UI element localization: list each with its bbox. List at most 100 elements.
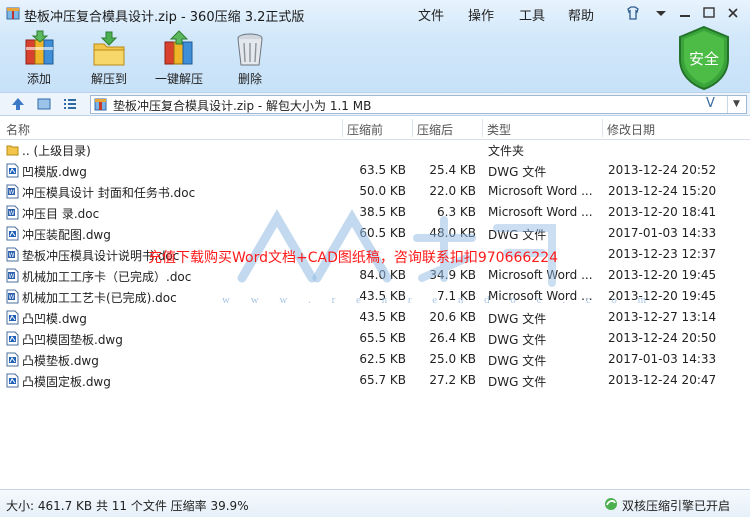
extract-to-label: 解压到 bbox=[90, 72, 127, 86]
dwg-file-icon bbox=[6, 331, 19, 346]
col-compressed-after[interactable]: 压缩后 bbox=[417, 121, 453, 138]
col-divider[interactable] bbox=[342, 119, 343, 137]
address-field[interactable]: 垫板冲压复合模具设计.zip - 解包大小为 1.1 MB V ▼ bbox=[90, 95, 747, 114]
doc-file-icon: W bbox=[6, 268, 19, 283]
address-v-button[interactable]: V bbox=[706, 96, 715, 111]
file-name: 机械加工工序卡（已完成）.doc bbox=[22, 270, 192, 284]
file-name: 凸凹模.dwg bbox=[22, 312, 87, 326]
dual-core-engine-icon bbox=[605, 498, 617, 510]
menu-operation[interactable]: 操作 bbox=[468, 5, 494, 24]
modified-date: 2013-12-23 12:37 bbox=[608, 247, 717, 261]
status-engine: 双核压缩引擎已开启 bbox=[622, 499, 731, 513]
size-after: 27.2 KB bbox=[429, 373, 476, 387]
modified-date: 2013-12-24 20:50 bbox=[608, 331, 717, 345]
folder-icon bbox=[6, 145, 19, 156]
address-bar: 垫板冲压复合模具设计.zip - 解包大小为 1.1 MB V ▼ bbox=[0, 92, 750, 116]
file-name: .. (上级目录) bbox=[22, 144, 91, 158]
dwg-file-icon bbox=[6, 163, 19, 178]
doc-file-icon: W bbox=[6, 205, 19, 220]
dwg-file-icon bbox=[6, 373, 19, 388]
one-click-extract-button[interactable]: 一键解压 bbox=[150, 28, 208, 90]
doc-file-icon: W bbox=[6, 289, 19, 304]
minimize-icon[interactable] bbox=[676, 4, 694, 22]
table-row[interactable]: 凸模固定板.dwg 65.7 KB 27.2 KB DWG 文件 2013-12-24 … bbox=[0, 370, 750, 391]
add-button[interactable]: 添加 bbox=[14, 28, 64, 90]
modified-date: 2013-12-24 20:47 bbox=[608, 373, 717, 387]
col-name[interactable]: 名称 bbox=[6, 121, 30, 138]
file-type: DWG 文件 bbox=[488, 165, 547, 179]
delete-label: 删除 bbox=[237, 72, 262, 86]
title-bar: 垫板冲压复合模具设计.zip - 360压缩 3.2正式版 文件 操作 工具 帮… bbox=[0, 0, 750, 28]
trash-icon bbox=[237, 33, 263, 66]
col-modified[interactable]: 修改日期 bbox=[607, 121, 655, 138]
file-name: 冲压目 录.doc bbox=[22, 207, 100, 221]
dwg-file-icon bbox=[6, 310, 19, 325]
svg-text:W: W bbox=[9, 210, 15, 217]
maximize-icon[interactable] bbox=[700, 4, 718, 22]
svg-text:W: W bbox=[9, 252, 15, 259]
menu-file[interactable]: 文件 bbox=[418, 5, 444, 24]
modified-date: 2017-01-03 14:33 bbox=[608, 352, 717, 366]
file-name: 机械加工工艺卡(已完成).doc bbox=[22, 291, 177, 305]
file-name: 冲压装配图.dwg bbox=[22, 228, 111, 242]
doc-file-icon: W bbox=[6, 247, 19, 262]
dwg-file-icon bbox=[6, 352, 19, 367]
size-after: 20.6 KB bbox=[429, 310, 476, 324]
close-icon[interactable] bbox=[724, 4, 742, 22]
column-header: 名称 压缩前 压缩后 类型 修改日期 bbox=[0, 117, 750, 140]
modified-date: 2013-12-20 18:41 bbox=[608, 205, 717, 219]
add-books-icon bbox=[25, 30, 54, 65]
add-label: 添加 bbox=[26, 72, 51, 86]
menu-dropdown-icon[interactable] bbox=[652, 4, 670, 22]
file-type: DWG 文件 bbox=[488, 375, 547, 389]
size-before: 63.5 KB bbox=[359, 163, 406, 177]
one-click-extract-label: 一键解压 bbox=[154, 72, 203, 86]
table-row[interactable]: 凹模版.dwg 63.5 KB 25.4 KB DWG 文件 2013-12-24 20… bbox=[0, 160, 750, 181]
app-window: 垫板冲压复合模具设计.zip - 360压缩 3.2正式版 文件 操作 工具 帮… bbox=[0, 0, 750, 517]
one-click-extract-icon bbox=[164, 30, 193, 65]
address-dropdown-icon[interactable]: ▼ bbox=[727, 96, 745, 113]
window-title: 垫板冲压复合模具设计.zip - 360压缩 3.2正式版 bbox=[24, 10, 305, 25]
zip-archive-icon bbox=[94, 98, 107, 111]
file-name: 凸凹模固垫板.dwg bbox=[22, 333, 123, 347]
modified-date: 2013-12-27 13:14 bbox=[608, 310, 717, 324]
table-row[interactable]: .. (上级目录) 文件夹 bbox=[0, 139, 750, 160]
size-before: 43.5 KB bbox=[359, 310, 406, 324]
col-divider[interactable] bbox=[602, 119, 603, 137]
table-row[interactable]: 凸凹模固垫板.dwg 65.5 KB 26.4 KB DWG 文件 2013-12-24… bbox=[0, 328, 750, 349]
col-type[interactable]: 类型 bbox=[487, 121, 511, 138]
col-divider[interactable] bbox=[482, 119, 483, 137]
doc-file-icon: W bbox=[6, 184, 19, 199]
svg-text:W: W bbox=[9, 294, 15, 301]
shield-label: 安全 bbox=[689, 50, 719, 68]
col-divider[interactable] bbox=[412, 119, 413, 137]
table-row[interactable]: 凸模垫板.dwg 62.5 KB 25.0 KB DWG 文件 2017-01-03 1… bbox=[0, 349, 750, 370]
delete-button[interactable]: 删除 bbox=[228, 28, 272, 90]
file-type: DWG 文件 bbox=[488, 312, 547, 326]
file-type: DWG 文件 bbox=[488, 333, 547, 347]
extract-folder-icon bbox=[93, 31, 125, 66]
menu-help[interactable]: 帮助 bbox=[568, 5, 594, 24]
file-type: DWG 文件 bbox=[488, 354, 547, 368]
menu-tools[interactable]: 工具 bbox=[519, 5, 545, 24]
view-list-icon[interactable] bbox=[62, 96, 78, 112]
size-before: 65.7 KB bbox=[359, 373, 406, 387]
modified-date: 2013-12-20 19:45 bbox=[608, 268, 717, 282]
modified-date: 2013-12-24 20:52 bbox=[608, 163, 717, 177]
watermark-text: 充值下载购买Word文档+CAD图纸稿，咨询联系扣扣970666224 bbox=[148, 250, 559, 266]
size-before: 62.5 KB bbox=[359, 352, 406, 366]
col-compressed-before[interactable]: 压缩前 bbox=[347, 121, 383, 138]
file-name: 凸模垫板.dwg bbox=[22, 354, 99, 368]
size-after: 25.4 KB bbox=[429, 163, 476, 177]
up-level-icon[interactable] bbox=[10, 96, 26, 112]
toolbar: 添加 解压到 一键解压 删除 bbox=[0, 28, 660, 90]
modified-date: 2013-12-24 15:20 bbox=[608, 184, 717, 198]
size-after: 26.4 KB bbox=[429, 331, 476, 345]
skin-icon[interactable] bbox=[624, 4, 642, 22]
extract-to-button[interactable]: 解压到 bbox=[84, 28, 134, 90]
file-name: 冲压模具设计 封面和任务书.doc bbox=[22, 186, 196, 200]
security-shield-icon[interactable]: 安全 bbox=[676, 25, 732, 91]
watermark-url: w w w . r e n r e n d o c . c o m bbox=[222, 294, 656, 306]
table-row[interactable]: 凸凹模.dwg 43.5 KB 20.6 KB DWG 文件 2013-12-27 13… bbox=[0, 307, 750, 328]
view-thumbnail-icon[interactable] bbox=[36, 96, 52, 112]
